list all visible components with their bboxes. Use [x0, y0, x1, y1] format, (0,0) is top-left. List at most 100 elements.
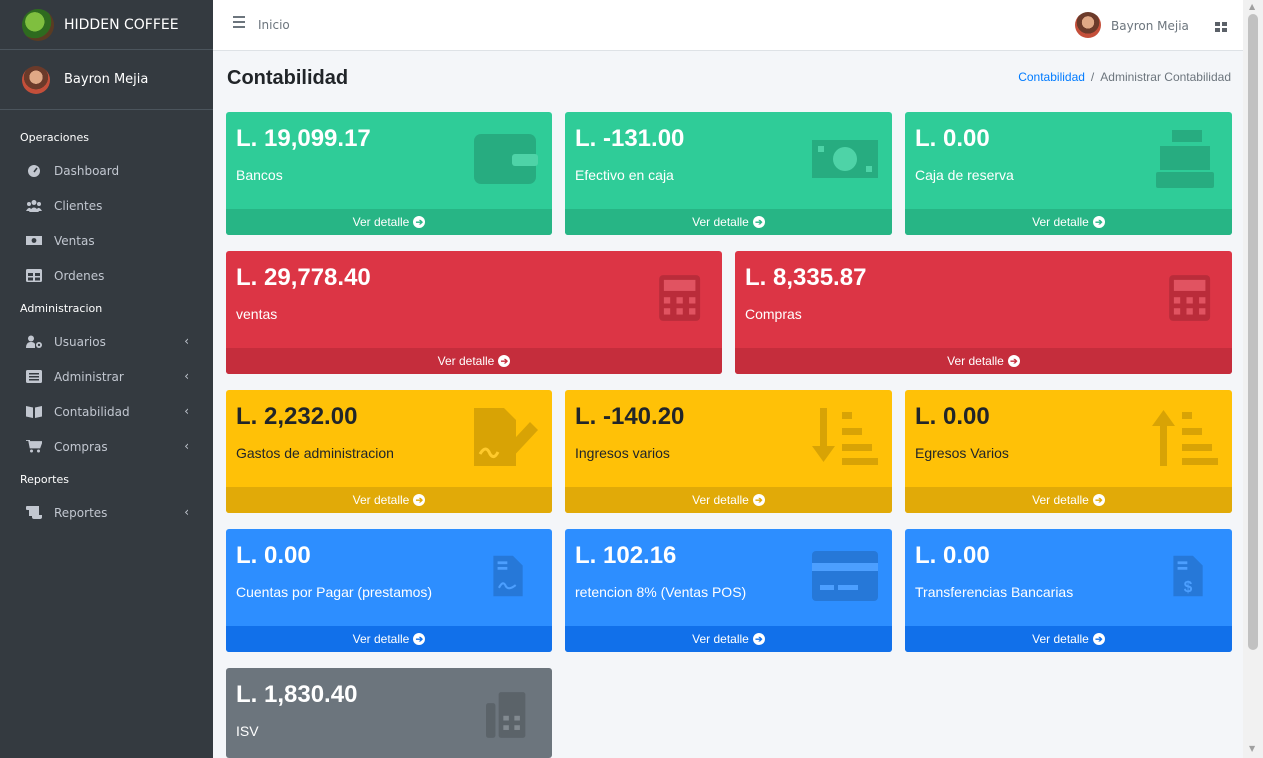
chevron-left-icon: ‹ — [184, 334, 189, 348]
breadcrumb-current: Administrar Contabilidad — [1100, 70, 1231, 84]
brand-name: HIDDEN COFFEE — [64, 16, 179, 33]
footer-label: Ver detalle — [352, 632, 410, 646]
ver-detalle-link[interactable]: Ver detalle ➔ — [565, 487, 892, 513]
user-avatar — [22, 65, 50, 94]
info-box-compras: L. 8,335.87 Compras Ver detalle ➔ — [735, 251, 1232, 374]
breadcrumb: Contabilidad / Administrar Contabilidad — [1018, 70, 1231, 84]
brand-link[interactable]: HIDDEN COFFEE — [0, 0, 213, 50]
box-label: Compras — [745, 306, 802, 322]
arrow-circle-right-icon: ➔ — [752, 216, 765, 228]
arrow-circle-right-icon: ➔ — [1007, 355, 1020, 367]
ver-detalle-link[interactable]: Ver detalle ➔ — [905, 626, 1232, 652]
info-box-bancos: L. 19,099.17 Bancos Ver detalle ➔ — [226, 112, 552, 235]
nav-header-operaciones: Operaciones — [20, 131, 89, 144]
ver-detalle-link[interactable]: Ver detalle ➔ — [905, 487, 1232, 513]
box-label: ventas — [236, 306, 278, 322]
table-icon — [26, 269, 42, 282]
info-box-retencion: L. 102.16 retencion 8% (Ventas POS) Ver … — [565, 529, 892, 652]
sidebar-item-ordenes[interactable]: Ordenes — [0, 258, 213, 293]
top-user-avatar[interactable] — [1075, 12, 1101, 38]
cash-register-icon — [1156, 130, 1214, 188]
info-box-transferencias-bancarias: L. 0.00 Transferencias Bancarias $ Ver d… — [905, 529, 1232, 652]
ver-detalle-link[interactable]: Ver detalle ➔ — [226, 626, 552, 652]
user-name: Bayron Mejia — [64, 72, 149, 87]
sidebar-item-label: Clientes — [54, 198, 103, 213]
shopping-cart-icon — [26, 440, 42, 453]
menu-toggle-icon[interactable] — [233, 16, 245, 28]
sidebar: HIDDEN COFFEE Bayron Mejia Operaciones D… — [0, 0, 213, 758]
sidebar-item-label: Ventas — [54, 233, 95, 248]
scroll-icon — [26, 506, 42, 519]
sidebar-item-clientes[interactable]: Clientes — [0, 188, 213, 223]
box-value: L. 8,335.87 — [745, 264, 867, 291]
footer-label: Ver detalle — [437, 354, 495, 368]
fax-icon — [486, 692, 526, 738]
info-box-egresos-varios: L. 0.00 Egresos Varios Ver detalle ➔ — [905, 390, 1232, 513]
sidebar-item-label: Dashboard — [54, 163, 120, 178]
book-open-icon — [26, 406, 42, 418]
footer-label: Ver detalle — [1032, 215, 1089, 229]
chevron-left-icon: ‹ — [184, 404, 189, 418]
arrow-circle-right-icon: ➔ — [1092, 216, 1105, 228]
sidebar-item-dashboard[interactable]: Dashboard — [0, 153, 213, 188]
scroll-down-icon[interactable]: ▼ — [1249, 744, 1255, 753]
sidebar-item-compras[interactable]: Compras ‹ — [0, 429, 213, 464]
footer-label: Ver detalle — [352, 493, 410, 507]
footer-label: Ver detalle — [692, 632, 749, 646]
grid-menu-icon[interactable] — [1215, 22, 1227, 32]
info-box-ventas: L. 29,778.40 ventas Ver detalle ➔ — [226, 251, 722, 374]
info-box-ingresos-varios: L. -140.20 Ingresos varios Ver detalle ➔ — [565, 390, 892, 513]
calculator-icon — [1169, 275, 1211, 321]
arrow-circle-right-icon: ➔ — [498, 355, 511, 367]
sidebar-item-label: Administrar — [54, 369, 124, 384]
ver-detalle-link[interactable]: Ver detalle ➔ — [226, 209, 552, 235]
info-box-efectivo-en-caja: L. -131.00 Efectivo en caja Ver detalle ➔ — [565, 112, 892, 235]
money-bill-icon — [812, 140, 878, 178]
chevron-left-icon: ‹ — [184, 439, 189, 453]
sidebar-item-ventas[interactable]: Ventas — [0, 223, 213, 258]
ver-detalle-link[interactable]: Ver detalle ➔ — [735, 348, 1232, 374]
sort-amount-up-icon — [1152, 410, 1218, 466]
sidebar-item-reportes[interactable]: Reportes ‹ — [0, 495, 213, 530]
file-invoice-dollar-icon: $ — [1173, 555, 1203, 597]
users-icon — [26, 200, 42, 212]
credit-card-icon — [812, 551, 878, 601]
arrow-circle-right-icon: ➔ — [413, 633, 426, 645]
footer-label: Ver detalle — [1032, 632, 1089, 646]
sidebar-item-contabilidad[interactable]: Contabilidad ‹ — [0, 394, 213, 429]
ver-detalle-link[interactable]: Ver detalle ➔ — [565, 626, 892, 652]
scrollbar-thumb[interactable] — [1248, 14, 1258, 650]
footer-label: Ver detalle — [692, 215, 749, 229]
sidebar-item-administrar[interactable]: Administrar ‹ — [0, 359, 213, 394]
top-navbar: Inicio Bayron Mejia — [213, 0, 1243, 51]
info-box-cuentas-por-pagar: L. 0.00 Cuentas por Pagar (prestamos) Ve… — [226, 529, 552, 652]
info-box-isv: L. 1,830.40 ISV — [226, 668, 552, 758]
money-bill-icon — [26, 236, 42, 245]
footer-label: Ver detalle — [352, 215, 410, 229]
sidebar-item-label: Compras — [54, 439, 108, 454]
calculator-icon — [659, 275, 701, 321]
footer-label: Ver detalle — [1032, 493, 1089, 507]
page-scrollbar[interactable]: ▲ ▼ — [1243, 0, 1263, 758]
ver-detalle-link[interactable]: Ver detalle ➔ — [226, 487, 552, 513]
list-alt-icon — [26, 370, 42, 383]
sidebar-item-label: Contabilidad — [54, 404, 130, 419]
ver-detalle-link[interactable]: Ver detalle ➔ — [905, 209, 1232, 235]
top-user-name[interactable]: Bayron Mejia — [1111, 19, 1189, 33]
sidebar-item-label: Reportes — [54, 505, 108, 520]
breadcrumb-link-contabilidad[interactable]: Contabilidad — [1018, 70, 1085, 84]
nav-link-inicio[interactable]: Inicio — [258, 18, 290, 32]
arrow-circle-right-icon: ➔ — [1092, 633, 1105, 645]
file-contract-icon — [493, 555, 523, 597]
arrow-circle-right-icon: ➔ — [413, 494, 426, 506]
ver-detalle-link[interactable]: Ver detalle ➔ — [565, 209, 892, 235]
tachometer-icon — [28, 165, 40, 177]
sidebar-item-usuarios[interactable]: Usuarios ‹ — [0, 324, 213, 359]
user-panel[interactable]: Bayron Mejia — [0, 50, 213, 110]
footer-label: Ver detalle — [947, 354, 1004, 368]
chevron-left-icon: ‹ — [184, 505, 189, 519]
nav-header-administracion: Administracion — [20, 302, 103, 315]
ver-detalle-link[interactable]: Ver detalle ➔ — [226, 348, 722, 374]
scroll-up-icon[interactable]: ▲ — [1249, 2, 1255, 11]
sort-amount-down-icon — [812, 408, 878, 465]
